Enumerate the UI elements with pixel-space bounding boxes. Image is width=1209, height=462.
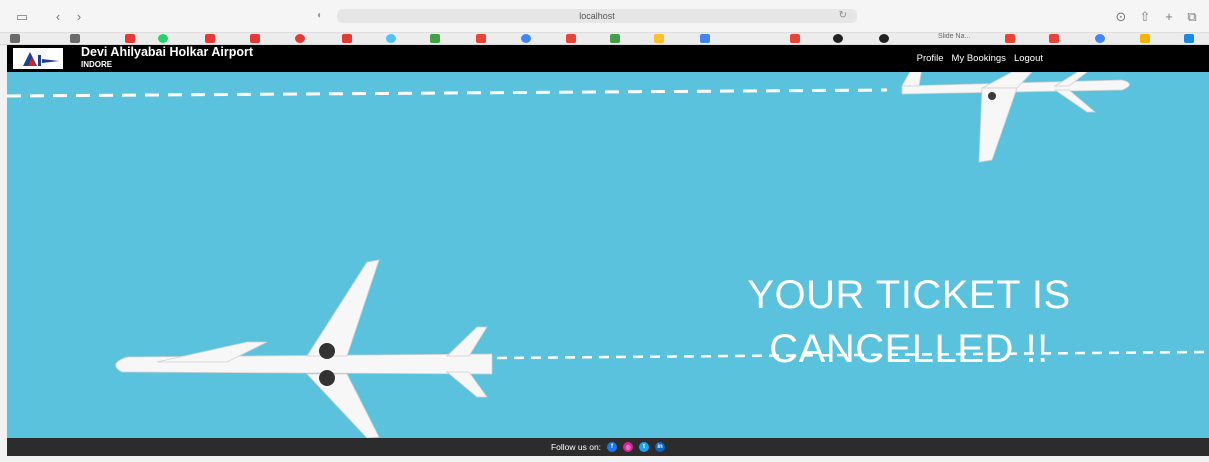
cancellation-message: YOUR TICKET IS CANCELLED !! <box>679 268 1139 376</box>
cancellation-message-line1: YOUR TICKET IS <box>747 273 1071 317</box>
back-icon[interactable]: ‹ <box>50 8 66 24</box>
share-icon[interactable]: ⇧ <box>1137 8 1153 24</box>
gmail-bookmark-icon[interactable] <box>1049 34 1059 43</box>
youtube-bookmark-icon[interactable] <box>205 34 215 43</box>
follow-us-label: Follow us on: <box>550 442 602 452</box>
site-header: Devi Ahilyabai Holkar Airport INDORE Pro… <box>7 45 1209 72</box>
tab-overview-icon[interactable]: ⧉ <box>1184 8 1200 24</box>
youtube-bookmark-icon[interactable] <box>250 34 260 43</box>
site-footer: Follow us on: f ◎ t in <box>7 438 1209 456</box>
cancellation-message-line2: CANCELLED !! <box>769 327 1049 371</box>
site-subtitle: INDORE <box>81 60 113 69</box>
nav-links: Profile My Bookings Logout <box>917 53 1043 64</box>
gmail-bookmark-icon[interactable] <box>476 34 486 43</box>
bookmark-tab-label[interactable]: Slide Na... <box>938 33 970 40</box>
hero-banner: YOUR TICKET IS CANCELLED !! <box>7 72 1209 438</box>
sheets-bookmark-icon[interactable] <box>610 34 620 43</box>
facebook-icon[interactable]: f <box>607 442 618 452</box>
sidebar-toggle-icon[interactable]: ▭ <box>14 8 30 24</box>
bookmark-icon[interactable] <box>10 34 20 43</box>
airplane-top-illustration <box>901 72 1130 163</box>
nav-my-bookings-link[interactable]: My Bookings <box>952 53 1006 64</box>
google-bookmark-icon[interactable] <box>521 34 531 43</box>
gmail-bookmark-icon[interactable] <box>790 34 800 43</box>
gmail-bookmark-icon[interactable] <box>566 34 576 43</box>
instagram-icon[interactable]: ◎ <box>623 442 634 452</box>
youtube-bookmark-icon[interactable] <box>342 34 352 43</box>
bookmark-icon[interactable] <box>1184 34 1194 43</box>
gmail-bookmark-icon[interactable] <box>1005 34 1015 43</box>
linkedin-icon[interactable]: in <box>655 442 666 452</box>
new-tab-icon[interactable]: + <box>1161 8 1177 24</box>
github-bookmark-icon[interactable] <box>833 34 843 43</box>
bookmark-icon[interactable] <box>386 34 396 43</box>
flight-trail-top <box>7 88 888 98</box>
forward-icon[interactable]: › <box>71 8 87 24</box>
airport-logo[interactable] <box>13 48 63 69</box>
site-title[interactable]: Devi Ahilyabai Holkar Airport <box>81 45 253 59</box>
github-bookmark-icon[interactable] <box>879 34 889 43</box>
slides-bookmark-icon[interactable] <box>654 34 664 43</box>
twitter-icon[interactable]: t <box>639 442 650 452</box>
whatsapp-bookmark-icon[interactable] <box>158 34 168 43</box>
bookmark-icon[interactable] <box>295 34 305 43</box>
bookmarks-bar: Slide Na... <box>0 33 1209 45</box>
docs-bookmark-icon[interactable] <box>700 34 710 43</box>
google-bookmark-icon[interactable] <box>1095 34 1105 43</box>
privacy-shield-icon[interactable]: ◐ <box>317 10 323 21</box>
download-icon[interactable]: ⊙ <box>1113 8 1129 24</box>
nav-logout-link[interactable]: Logout <box>1014 53 1043 64</box>
youtube-bookmark-icon[interactable] <box>125 34 135 43</box>
airplane-bottom-illustration <box>115 259 493 438</box>
url-text: localhost <box>579 11 615 21</box>
bookmark-icon[interactable] <box>1140 34 1150 43</box>
reload-icon[interactable]: ↻ <box>839 10 847 21</box>
nav-profile-link[interactable]: Profile <box>917 53 944 64</box>
address-bar[interactable]: ◐ localhost ↻ <box>317 9 857 23</box>
sheets-bookmark-icon[interactable] <box>430 34 440 43</box>
hero-background-illustration <box>7 72 1209 438</box>
bookmark-icon[interactable] <box>70 34 80 43</box>
browser-toolbar: ▭ ‹ › ◐ localhost ↻ ⊙ ⇧ + ⧉ <box>0 0 1209 33</box>
